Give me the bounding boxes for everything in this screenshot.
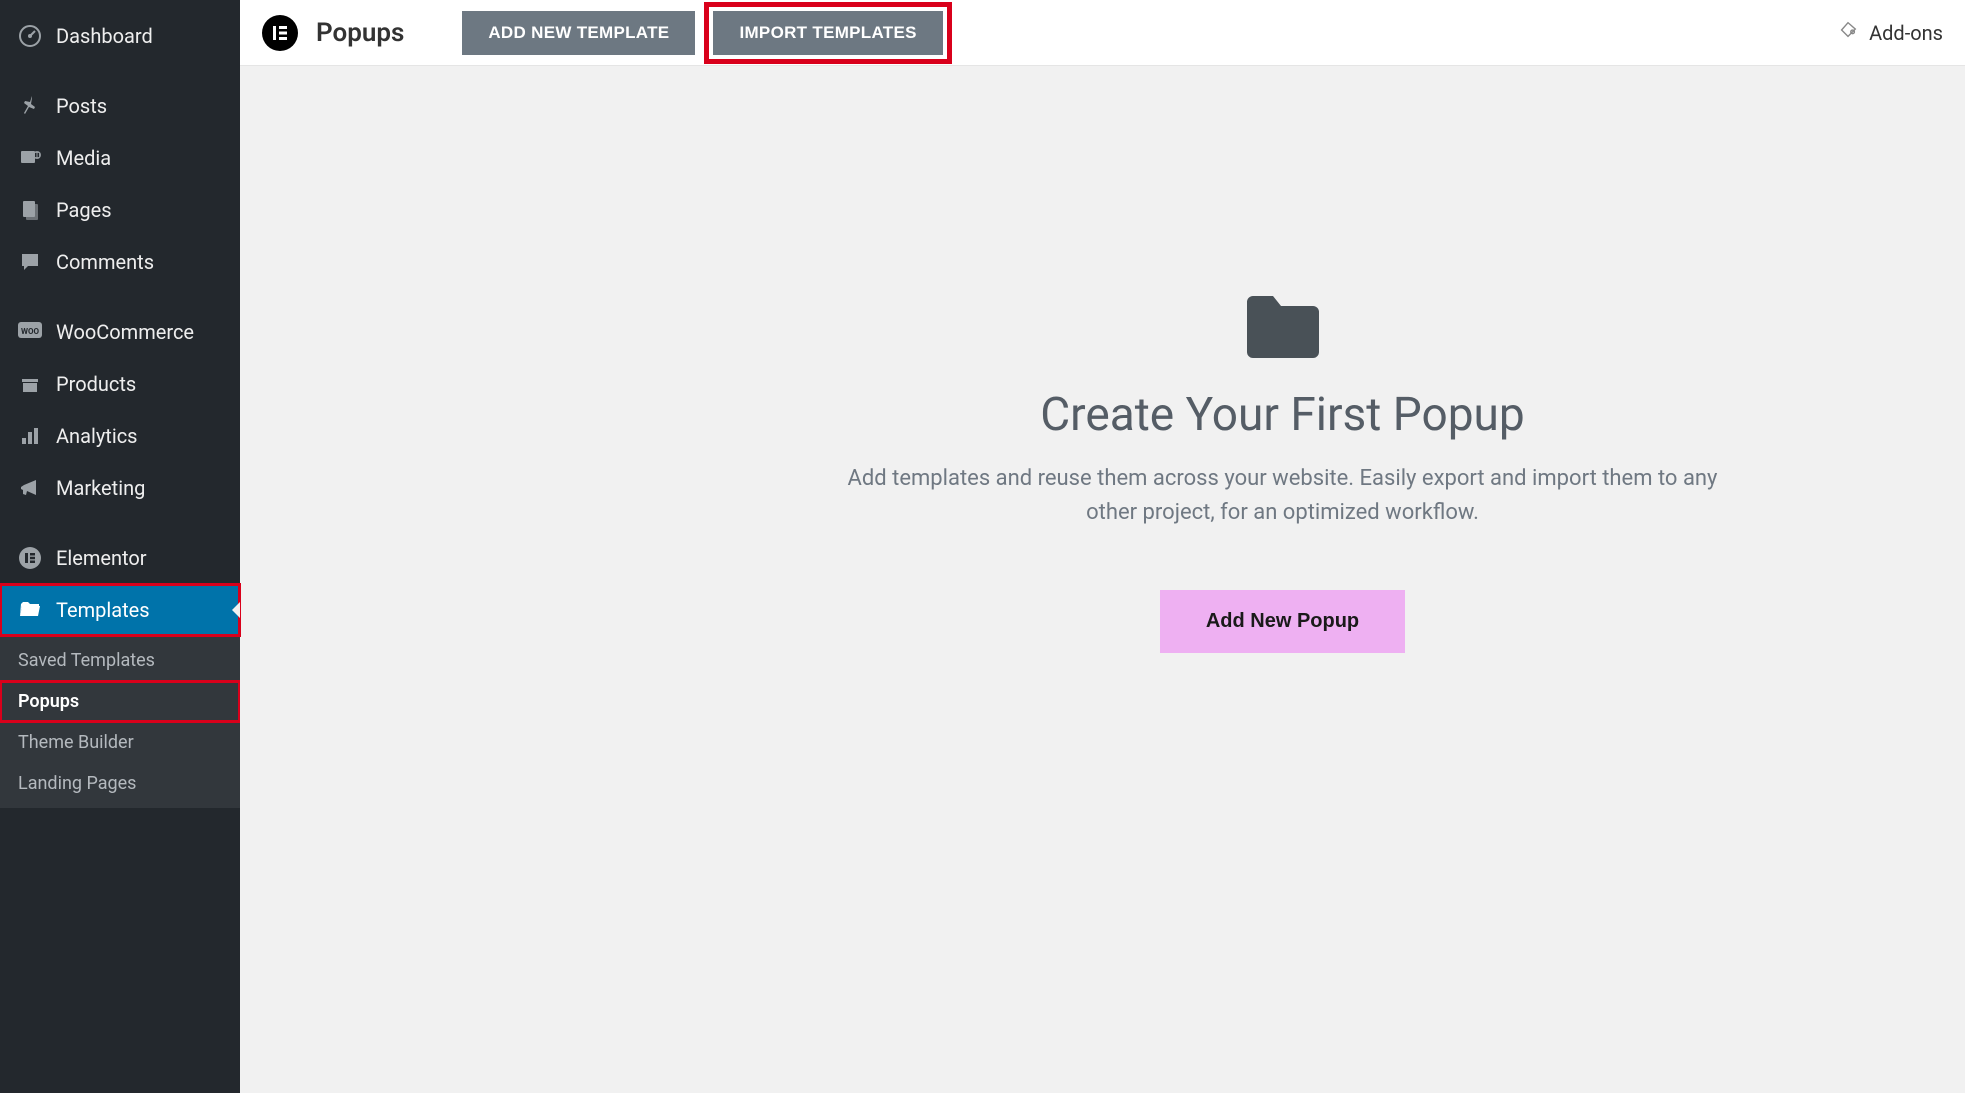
sidebar-sub-label: Theme Builder <box>18 732 134 753</box>
add-new-popup-button[interactable]: Add New Popup <box>1160 590 1405 653</box>
hero-description: Add templates and reuse them across your… <box>833 462 1733 530</box>
svg-text:WOO: WOO <box>21 327 40 336</box>
woocommerce-icon: WOO <box>16 318 44 346</box>
pages-icon <box>16 196 44 224</box>
sidebar-sub-landing-pages[interactable]: Landing Pages <box>0 763 240 804</box>
sidebar-item-label: Pages <box>56 198 112 222</box>
sidebar-item-comments[interactable]: Comments <box>0 236 240 288</box>
content-area: Create Your First Popup Add templates an… <box>240 66 1965 1093</box>
elementor-icon <box>16 544 44 572</box>
empty-state: Create Your First Popup Add templates an… <box>833 296 1733 653</box>
sidebar-item-label: Analytics <box>56 424 138 448</box>
addons-icon <box>1837 19 1859 46</box>
elementor-logo-icon <box>262 15 298 51</box>
sidebar-submenu: Saved Templates Popups Theme Builder Lan… <box>0 636 240 808</box>
sidebar-item-label: Posts <box>56 94 107 118</box>
sidebar-item-posts[interactable]: Posts <box>0 80 240 132</box>
page-title: Popups <box>316 18 404 48</box>
sidebar-item-analytics[interactable]: Analytics <box>0 410 240 462</box>
sidebar-item-label: Media <box>56 146 111 170</box>
marketing-icon <box>16 474 44 502</box>
sidebar-sub-theme-builder[interactable]: Theme Builder <box>0 722 240 763</box>
sidebar-item-label: Templates <box>56 598 150 622</box>
admin-sidebar: Dashboard Posts Media Pages Comments WOO… <box>0 0 240 1093</box>
main-area: Popups ADD NEW TEMPLATE IMPORT TEMPLATES… <box>240 0 1965 1093</box>
comment-icon <box>16 248 44 276</box>
analytics-icon <box>16 422 44 450</box>
import-templates-button[interactable]: IMPORT TEMPLATES <box>713 11 942 55</box>
sidebar-item-label: WooCommerce <box>56 320 194 344</box>
dashboard-icon <box>16 22 44 50</box>
sidebar-item-label: Dashboard <box>56 24 153 48</box>
sidebar-sub-label: Saved Templates <box>18 650 155 671</box>
sidebar-item-media[interactable]: Media <box>0 132 240 184</box>
media-icon <box>16 144 44 172</box>
sidebar-sub-label: Popups <box>18 691 79 712</box>
topbar: Popups ADD NEW TEMPLATE IMPORT TEMPLATES… <box>240 0 1965 66</box>
pin-icon <box>16 92 44 120</box>
sidebar-item-templates[interactable]: Templates <box>0 584 240 636</box>
sidebar-sub-saved-templates[interactable]: Saved Templates <box>0 640 240 681</box>
sidebar-item-label: Elementor <box>56 546 147 570</box>
hero-title: Create Your First Popup <box>833 388 1733 442</box>
sidebar-sub-label: Landing Pages <box>18 773 136 794</box>
sidebar-item-label: Products <box>56 372 136 396</box>
addons-label: Add-ons <box>1869 21 1943 45</box>
sidebar-item-label: Comments <box>56 250 154 274</box>
add-new-template-button[interactable]: ADD NEW TEMPLATE <box>462 11 695 55</box>
sidebar-item-dashboard[interactable]: Dashboard <box>0 10 240 62</box>
sidebar-item-marketing[interactable]: Marketing <box>0 462 240 514</box>
sidebar-item-pages[interactable]: Pages <box>0 184 240 236</box>
products-icon <box>16 370 44 398</box>
folder-icon <box>833 296 1733 358</box>
sidebar-sub-popups[interactable]: Popups <box>0 681 240 722</box>
sidebar-item-elementor[interactable]: Elementor <box>0 532 240 584</box>
sidebar-item-products[interactable]: Products <box>0 358 240 410</box>
addons-link[interactable]: Add-ons <box>1837 19 1943 46</box>
sidebar-item-label: Marketing <box>56 476 145 500</box>
sidebar-item-woocommerce[interactable]: WOO WooCommerce <box>0 306 240 358</box>
folder-open-icon <box>16 596 44 624</box>
